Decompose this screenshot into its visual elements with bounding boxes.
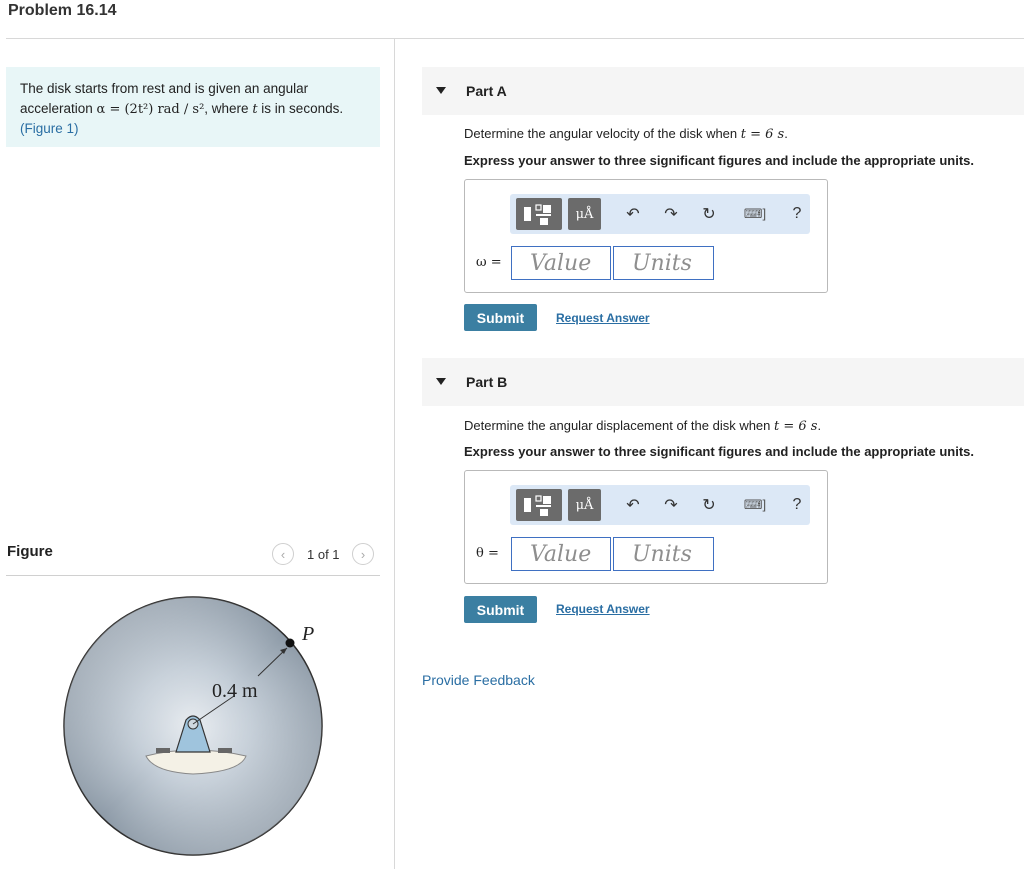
part-a-question-text: Determine the angular velocity of the di… xyxy=(464,126,741,141)
units-button[interactable]: μÅ xyxy=(568,198,601,230)
part-a-question-suffix: . xyxy=(784,126,788,141)
part-b-header[interactable]: Part B xyxy=(422,358,1024,406)
help-button[interactable]: ? xyxy=(786,493,808,517)
part-a-answer-box: μÅ ↶ ↷ ↻ ⌨] ? ω = xyxy=(464,179,828,293)
part-a-question-math: t = 6 s xyxy=(740,127,785,142)
collapse-triangle-icon xyxy=(436,378,446,385)
part-a-request-answer-link[interactable]: Request Answer xyxy=(556,311,650,325)
chevron-left-icon: ‹ xyxy=(280,546,286,562)
redo-icon[interactable]: ↷ xyxy=(660,493,682,517)
part-b-value-input[interactable] xyxy=(511,537,611,571)
part-a-header[interactable]: Part A xyxy=(422,67,1024,115)
problem-statement-box: The disk starts from rest and is given a… xyxy=(6,67,380,147)
undo-icon[interactable]: ↶ xyxy=(622,202,644,226)
omega-label: ω = xyxy=(476,255,502,270)
part-a-instruction: Express your answer to three significant… xyxy=(464,153,974,168)
bolt-left xyxy=(156,748,170,753)
templates-icon xyxy=(524,204,551,225)
part-a-math-toolbar: μÅ ↶ ↷ ↻ ⌨] ? xyxy=(510,194,810,234)
part-b-instruction: Express your answer to three significant… xyxy=(464,444,974,459)
part-a-question: Determine the angular velocity of the di… xyxy=(464,126,788,142)
templates-button[interactable] xyxy=(516,489,562,521)
figure-heading: Figure xyxy=(7,543,53,560)
keyboard-icon[interactable]: ⌨] xyxy=(738,202,772,226)
part-b-question-math: t = 6 s xyxy=(774,419,818,434)
problem-statement: The disk starts from rest and is given a… xyxy=(20,79,370,139)
redo-icon[interactable]: ↷ xyxy=(660,202,682,226)
part-a-value-input[interactable] xyxy=(511,246,611,280)
chevron-right-icon: › xyxy=(360,546,366,562)
column-divider xyxy=(394,38,395,869)
keyboard-icon[interactable]: ⌨] xyxy=(738,493,772,517)
point-p-label: P xyxy=(301,623,314,645)
part-b-request-answer-link[interactable]: Request Answer xyxy=(556,602,650,616)
provide-feedback-link[interactable]: Provide Feedback xyxy=(422,672,535,688)
figure-divider xyxy=(6,575,380,576)
templates-button[interactable] xyxy=(516,198,562,230)
problem-text-b: , where xyxy=(204,100,253,116)
part-b-units-input[interactable] xyxy=(613,537,714,571)
undo-icon[interactable]: ↶ xyxy=(622,493,644,517)
part-a-submit-button[interactable]: Submit xyxy=(464,304,537,331)
part-b-answer-box: μÅ ↶ ↷ ↻ ⌨] ? θ = xyxy=(464,470,828,584)
help-button[interactable]: ? xyxy=(786,202,808,226)
units-button[interactable]: μÅ xyxy=(568,489,601,521)
part-b-question-suffix: . xyxy=(817,418,822,433)
part-a-title: Part A xyxy=(466,83,507,99)
figure-prev-button[interactable]: ‹ xyxy=(272,543,294,565)
reset-icon[interactable]: ↻ xyxy=(698,202,720,226)
part-a-units-input[interactable] xyxy=(613,246,714,280)
part-b-question: Determine the angular displacement of th… xyxy=(464,418,821,434)
templates-icon xyxy=(524,495,551,516)
point-p-marker xyxy=(285,638,295,648)
part-b-submit-button[interactable]: Submit xyxy=(464,596,537,623)
theta-label: θ = xyxy=(476,546,499,561)
problem-text-c: is in seconds. xyxy=(257,100,344,116)
radius-label: 0.4 m xyxy=(212,680,258,702)
page-title: Problem 16.14 xyxy=(8,2,117,19)
figure-next-button[interactable]: › xyxy=(352,543,374,565)
part-b-question-text: Determine the angular displacement of th… xyxy=(464,418,775,433)
disk-figure: 0.4 m P xyxy=(63,596,323,856)
alpha-expression: α = (2t²) rad / s² xyxy=(96,101,205,117)
part-b-title: Part B xyxy=(466,374,508,390)
figure-pager-text: 1 of 1 xyxy=(307,547,340,562)
reset-icon[interactable]: ↻ xyxy=(698,493,720,517)
collapse-triangle-icon xyxy=(436,87,446,94)
header-divider xyxy=(6,38,1024,39)
part-b-math-toolbar: μÅ ↶ ↷ ↻ ⌨] ? xyxy=(510,485,810,525)
bolt-right xyxy=(218,748,232,753)
figure-link[interactable]: (Figure 1) xyxy=(20,121,79,136)
